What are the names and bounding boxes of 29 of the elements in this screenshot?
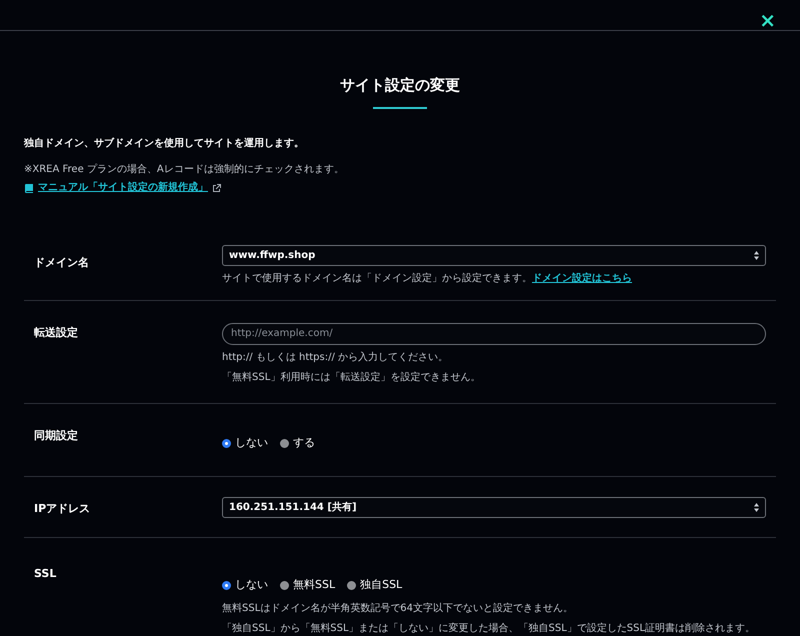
help-text: 無料SSLはドメイン名が半角英数記号で64文字以下でないと設定できません。 — [222, 602, 574, 616]
radio-option[interactable]: しない — [222, 435, 268, 452]
title-underline — [373, 107, 427, 109]
select-field[interactable]: 160.251.151.144 [共有] — [222, 496, 766, 518]
modal-title: サイト設定の変更 — [340, 75, 460, 95]
help-text: http:// もしくは https:// から入力してください。 — [222, 350, 450, 364]
radio-option[interactable]: しない — [222, 577, 268, 594]
help-text: 「無料SSL」利用時には「転送設定」を設定できません。 — [222, 370, 482, 384]
manual-link[interactable]: マニュアル「サイト設定の新規作成」 — [38, 181, 208, 195]
radio-option[interactable]: する — [280, 435, 315, 452]
field-label: SSL — [34, 566, 56, 580]
book-icon — [24, 183, 34, 193]
radio-option[interactable]: 無料SSL — [280, 577, 336, 594]
select-field[interactable]: www.ffwp.shop — [222, 245, 766, 266]
intro-text: 独自ドメイン、サブドメインを使用してサイトを運用します。 — [24, 137, 305, 151]
domain-settings-link[interactable]: ドメイン設定はこちら — [532, 273, 632, 284]
help-text: 「独自SSL」から「無料SSL」または「しない」に変更した場合、「独自SSL」で設定したSSL証明書は削除されます。 — [222, 622, 756, 636]
url-input-field[interactable]: http://example.com/ — [222, 322, 766, 344]
field-label: 転送設定 — [34, 326, 78, 339]
note-text: ※XREA Free プランの場合、Aレコードは強制的にチェックされます。 — [24, 163, 345, 177]
field-label: 同期設定 — [34, 428, 78, 442]
sort-arrows-icon — [754, 502, 759, 512]
field-label: ドメイン名 — [34, 256, 89, 269]
close-button[interactable]: × — [759, 10, 776, 30]
sort-arrows-icon — [754, 251, 759, 260]
field-label: IPアドレス — [34, 502, 90, 514]
help-text: サイトで使用するドメイン名は「ドメイン設定」から設定できます。ドメイン設定はこちら — [222, 272, 633, 286]
external-link-icon — [212, 184, 221, 192]
radio-option[interactable]: 独自SSL — [347, 577, 402, 594]
